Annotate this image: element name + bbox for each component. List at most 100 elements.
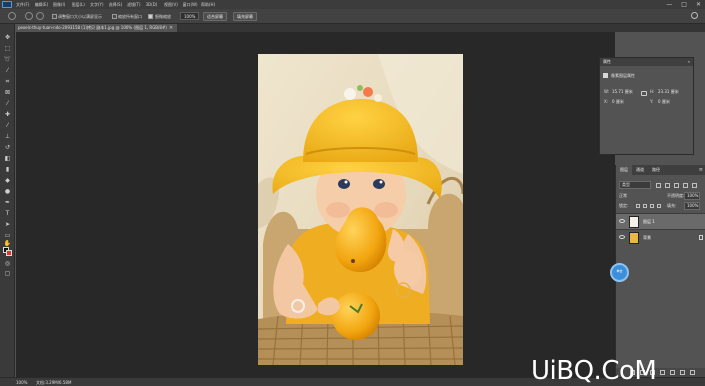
tab-channels[interactable]: 通道 xyxy=(636,165,644,175)
height-value[interactable]: 23.31 厘米 xyxy=(658,89,679,95)
layer-row-background[interactable]: 背景 xyxy=(616,229,705,245)
filter-shape-icon[interactable] xyxy=(683,183,688,188)
new-layer-icon[interactable] xyxy=(680,370,685,375)
maximize-icon[interactable]: □ xyxy=(681,1,687,8)
type-tool-icon[interactable]: T xyxy=(3,210,12,217)
filter-adjustment-icon[interactable] xyxy=(665,183,670,188)
scrubby-zoom-checkbox[interactable] xyxy=(148,14,153,19)
lock-transparency-icon[interactable] xyxy=(636,204,640,208)
kind-filter-value: 类型 xyxy=(622,182,630,187)
eye-icon[interactable] xyxy=(619,219,625,223)
document-photo[interactable] xyxy=(258,54,463,365)
opacity-input[interactable]: 100% xyxy=(684,192,700,200)
fit-screen-button[interactable]: 适合屏幕 xyxy=(203,12,227,21)
lock-position-icon[interactable] xyxy=(650,204,654,208)
eraser-tool-icon[interactable]: ◧ xyxy=(3,155,12,162)
scrubby-zoom-label: 细微缩放 xyxy=(155,14,171,19)
click-indicator-label: 单击 xyxy=(616,269,623,273)
lock-label: 锁定: xyxy=(619,203,629,208)
lock-all-icon[interactable] xyxy=(657,204,661,208)
zoom-in-icon[interactable] xyxy=(25,12,33,20)
move-tool-icon[interactable]: ✥ xyxy=(3,34,12,41)
eyedropper-tool-icon[interactable]: ⁄ xyxy=(3,100,12,107)
tab-paths[interactable]: 路径 xyxy=(652,165,660,175)
zoom-status[interactable]: 100% xyxy=(16,378,27,386)
filter-smart-object-icon[interactable] xyxy=(692,183,697,188)
minimize-icon[interactable]: — xyxy=(666,1,672,8)
zoom-all-windows-label: 缩放所有窗口 xyxy=(118,14,142,19)
brush-tool-icon[interactable]: ⁄ xyxy=(3,122,12,129)
fill-input[interactable]: 100% xyxy=(684,202,700,210)
quick-mask-icon[interactable]: ◎ xyxy=(3,260,12,267)
panel-menu-icon[interactable]: ≡ xyxy=(699,166,703,174)
menu-edit[interactable]: 编辑(E) xyxy=(35,1,54,8)
photoshop-logo-icon xyxy=(2,1,12,8)
frame-tool-icon[interactable]: ⊠ xyxy=(3,89,12,96)
clone-stamp-tool-icon[interactable]: ⊥ xyxy=(3,133,12,140)
shape-tool-icon[interactable]: ▭ xyxy=(3,232,12,239)
marquee-tool-icon[interactable]: ⬚ xyxy=(3,45,12,52)
document-tab-bar: pexels-thuy-tuan-ndo-2093158 (1)拷贝 副本1.j… xyxy=(15,24,705,32)
menu-layer[interactable]: 图层(L) xyxy=(72,1,91,8)
quick-select-tool-icon[interactable]: ⁄ xyxy=(3,67,12,74)
tab-layers[interactable]: 图层 xyxy=(616,165,632,175)
blur-tool-icon[interactable]: ◆ xyxy=(3,177,12,184)
menu-3d[interactable]: 3D(D) xyxy=(146,1,165,8)
pen-tool-icon[interactable]: ✒ xyxy=(3,199,12,206)
menu-help[interactable]: 帮助(H) xyxy=(201,1,220,8)
properties-panel-header[interactable]: 属性 xyxy=(600,58,693,66)
x-label: X: xyxy=(604,99,609,104)
menu-filter[interactable]: 滤镜(T) xyxy=(127,1,146,8)
menu-bar: 文件(F) 编辑(E) 图像(I) 图层(L) 文字(Y) 选择(S) 滤镜(T… xyxy=(0,0,705,9)
zoom-out-icon[interactable] xyxy=(36,12,44,20)
menu-type[interactable]: 文字(Y) xyxy=(90,1,109,8)
history-brush-tool-icon[interactable]: ↺ xyxy=(3,144,12,151)
window-controls: — □ ✕ xyxy=(666,1,701,8)
zoom-all-windows-checkbox[interactable] xyxy=(112,14,117,19)
filter-pixel-icon[interactable] xyxy=(656,183,661,188)
menu-window[interactable]: 窗口(W) xyxy=(183,1,202,8)
background-color-swatch[interactable] xyxy=(6,250,12,256)
close-window-icon[interactable]: ✕ xyxy=(696,1,701,8)
lasso-tool-icon[interactable]: ➰ xyxy=(3,56,12,63)
y-value[interactable]: 0 厘米 xyxy=(658,99,670,105)
link-dimensions-icon[interactable] xyxy=(641,91,647,96)
menu-select[interactable]: 选择(S) xyxy=(109,1,128,8)
gradient-tool-icon[interactable]: ▮ xyxy=(3,166,12,173)
menu-file[interactable]: 文件(F) xyxy=(16,1,35,8)
options-bar: 调整窗口大小以满屏显示 缩放所有窗口 细微缩放 100% 适合屏幕 填充屏幕 xyxy=(0,9,705,24)
search-icon[interactable] xyxy=(691,12,698,19)
close-tab-icon[interactable]: × xyxy=(167,24,175,32)
document-tab[interactable]: pexels-thuy-tuan-ndo-2093158 (1)拷贝 副本1.j… xyxy=(15,24,177,32)
layer-row-layer-1[interactable]: 图层 1 xyxy=(616,213,705,229)
path-select-tool-icon[interactable]: ➤ xyxy=(3,221,12,228)
crop-tool-icon[interactable]: ⌗ xyxy=(3,78,12,85)
healing-brush-tool-icon[interactable]: ✚ xyxy=(3,111,12,118)
watermark-text: UiBQ.CoM xyxy=(531,356,657,386)
zoom-value-field[interactable]: 100% xyxy=(180,12,200,20)
collapse-panel-icon[interactable]: « xyxy=(688,58,690,66)
dodge-tool-icon[interactable]: ● xyxy=(3,188,12,195)
kind-filter-select[interactable]: 类型 xyxy=(619,181,651,189)
adjustment-layer-icon[interactable] xyxy=(660,370,665,375)
width-value[interactable]: 15.71 厘米 xyxy=(612,89,633,95)
opacity-label: 不透明度: xyxy=(667,193,685,198)
menu-list: 文件(F) 编辑(E) 图像(I) 图层(L) 文字(Y) 选择(S) 滤镜(T… xyxy=(16,1,220,8)
y-label: Y: xyxy=(650,99,654,104)
lock-image-icon[interactable] xyxy=(643,204,647,208)
x-value[interactable]: 0 厘米 xyxy=(612,99,624,105)
menu-image[interactable]: 图像(I) xyxy=(53,1,72,8)
blend-mode-select[interactable]: 正常 xyxy=(619,193,627,199)
properties-panel-title: 属性 xyxy=(603,59,611,64)
menu-view[interactable]: 视图(V) xyxy=(164,1,183,8)
zoom-tool-icon[interactable] xyxy=(8,12,16,20)
eye-icon[interactable] xyxy=(619,235,625,239)
new-group-icon[interactable] xyxy=(670,370,675,375)
filter-type-icon[interactable] xyxy=(674,183,679,188)
properties-subtitle: 像素图层属性 xyxy=(611,73,635,78)
resize-windows-checkbox[interactable] xyxy=(52,14,57,19)
fill-screen-button[interactable]: 填充屏幕 xyxy=(233,12,257,21)
delete-layer-icon[interactable] xyxy=(690,370,695,375)
screen-mode-icon[interactable]: ▢ xyxy=(3,270,12,277)
hand-tool-icon[interactable]: ✋ xyxy=(3,240,12,247)
